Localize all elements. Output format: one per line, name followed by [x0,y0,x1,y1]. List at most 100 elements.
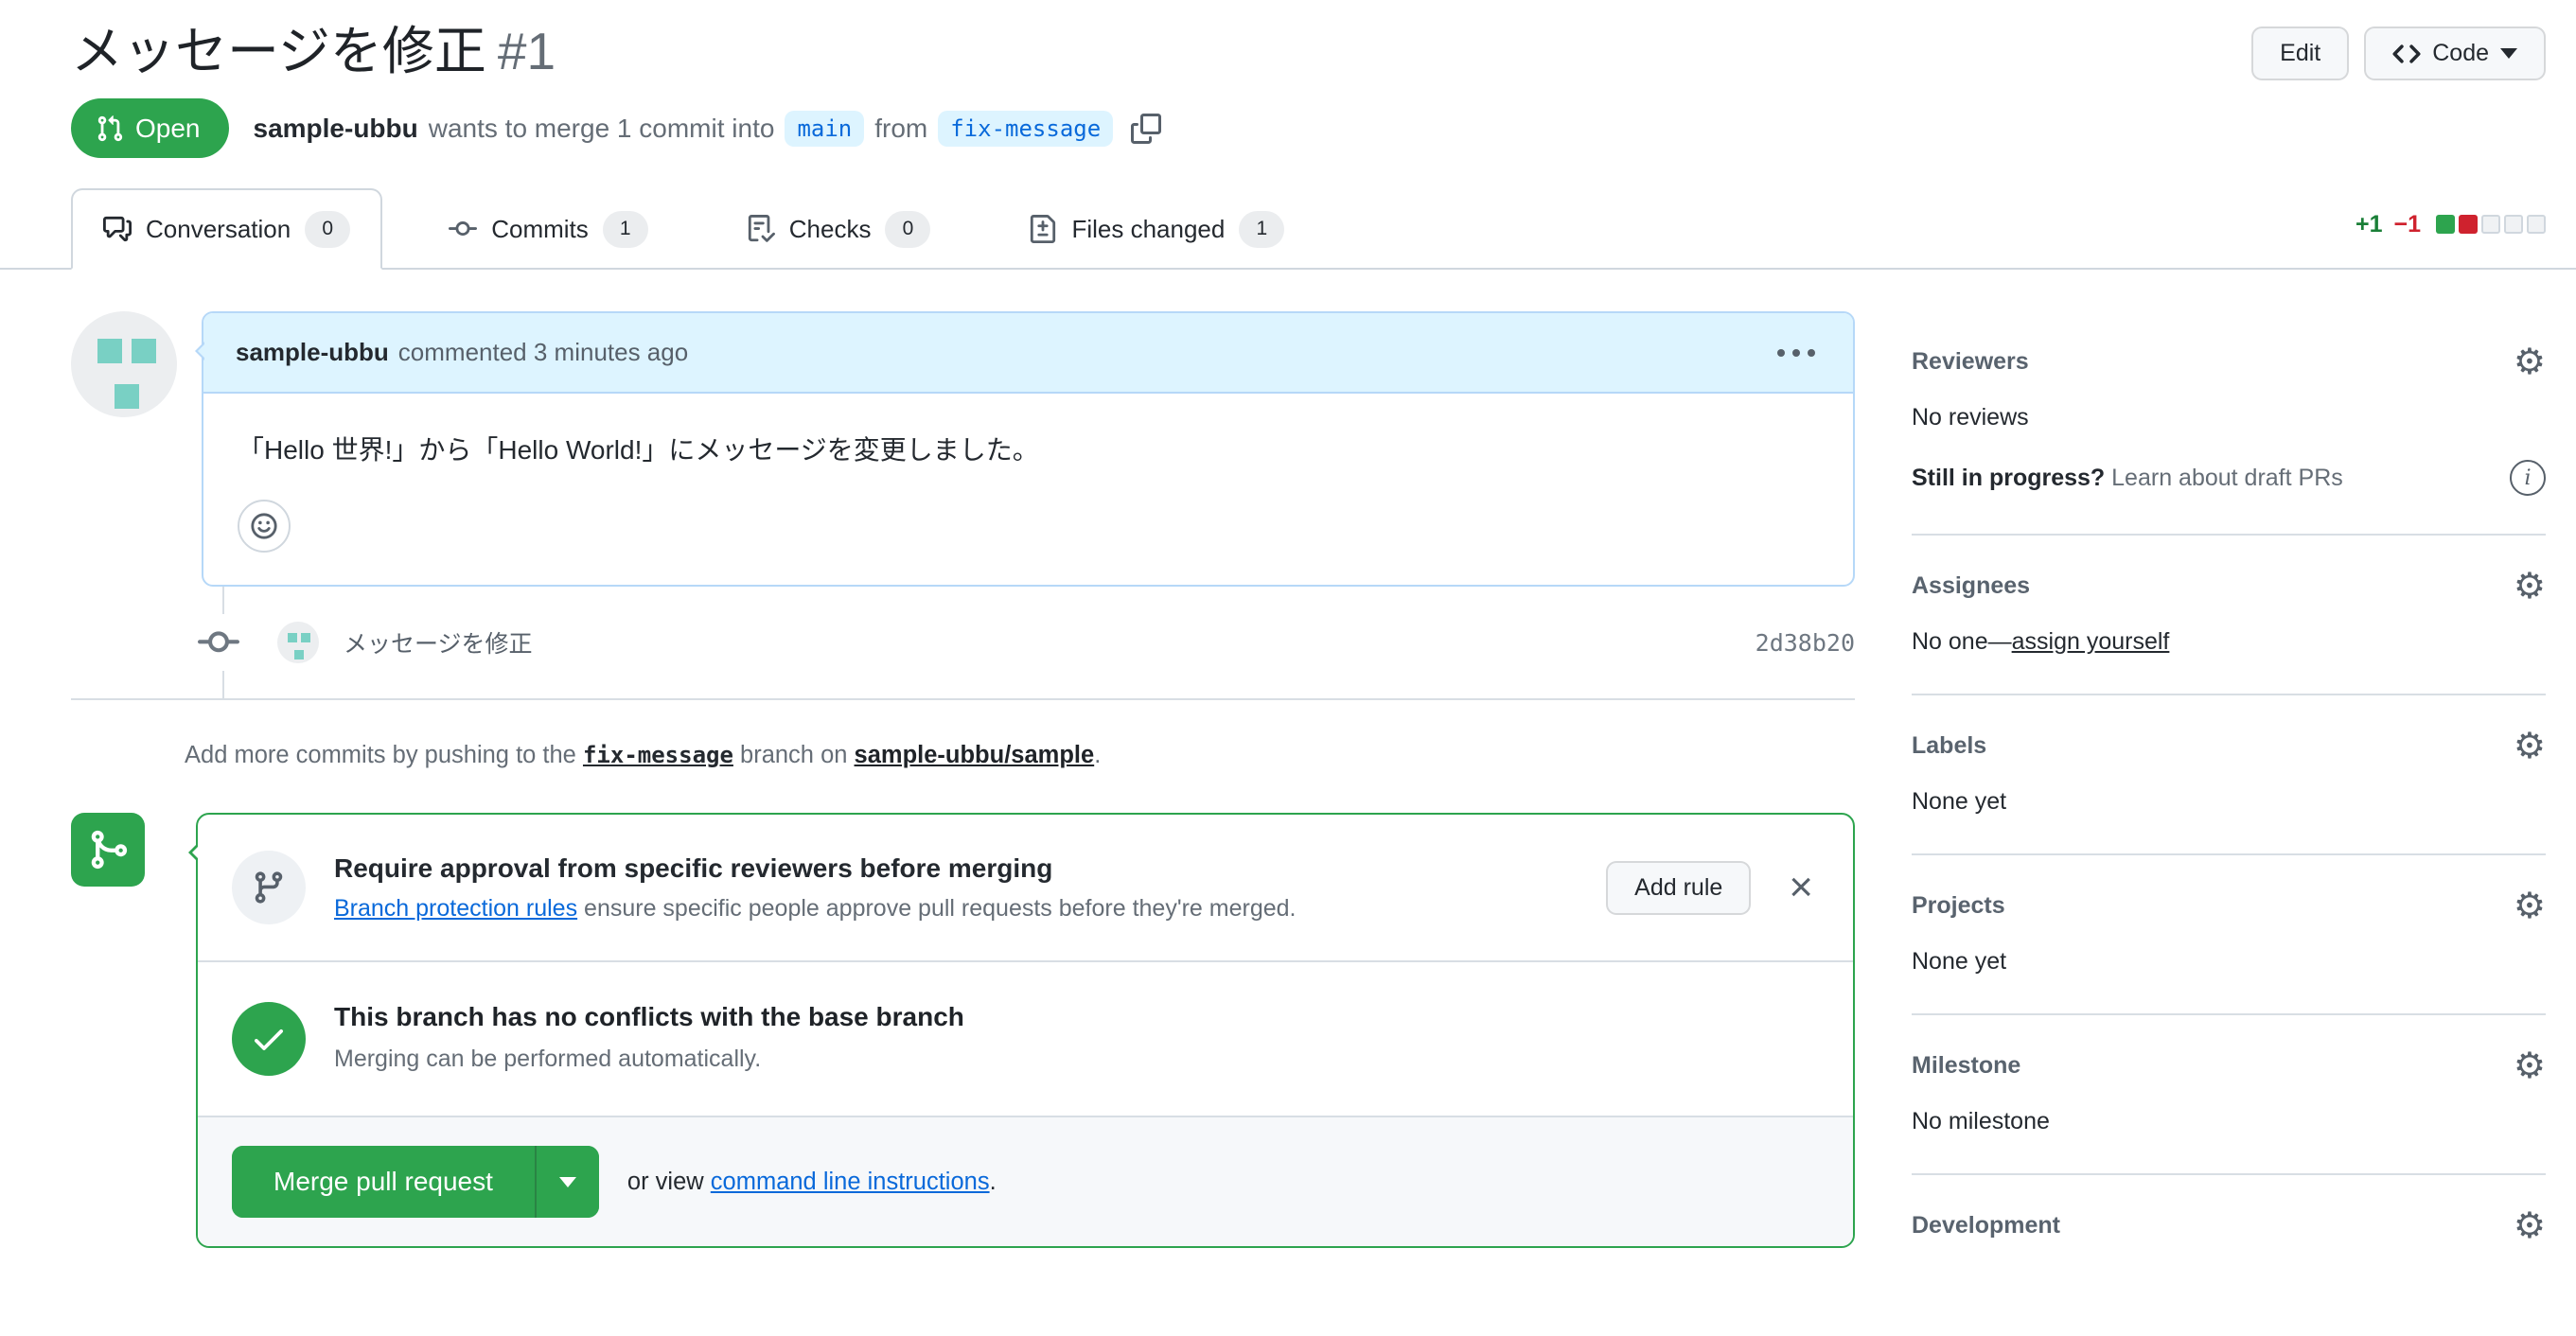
copy-branch-button[interactable] [1131,113,1162,144]
branch-protection-banner: Require approval from specific reviewers… [198,815,1853,960]
comment-author[interactable]: sample-ubbu [236,338,389,367]
repo-link[interactable]: sample-ubbu/sample [855,742,1095,768]
tab-count: 0 [305,210,351,248]
sidebar-section-labels: Labels ⚙ None yet [1912,728,2546,855]
assignees-heading: Assignees [1912,571,2031,599]
add-reaction-button[interactable] [238,500,291,553]
edit-button[interactable]: Edit [2251,26,2350,80]
assign-yourself-link[interactable]: assign yourself [2012,628,2170,655]
sidebar-section-milestone: Milestone ⚙ No milestone [1912,1047,2546,1175]
merge-options-dropdown[interactable] [536,1146,599,1218]
tab-files-changed[interactable]: Files changed 1 [997,188,1316,270]
projects-heading: Projects [1912,891,2005,919]
sidebar-section-reviewers: Reviewers ⚙ No reviews Still in progress… [1912,343,2546,536]
draft-question-text: Still in progress? [1912,464,2106,491]
merge-actions: Merge pull request or view command line … [198,1116,1853,1246]
close-icon[interactable]: × [1783,867,1819,908]
hint-text: branch on [740,742,848,768]
git-pull-request-icon [96,114,124,143]
tab-label: Conversation [146,214,291,243]
check-icon [232,1002,306,1076]
pr-number: #1 [497,22,556,80]
identicon [132,339,156,363]
git-merge-icon [71,813,145,887]
diffstat-block-neutral [2504,215,2523,234]
branch-protection-rules-link[interactable]: Branch protection rules [334,895,577,922]
gear-icon[interactable]: ⚙ [2514,343,2546,379]
labels-empty-text: None yet [1912,788,2007,815]
sidebar-section-projects: Projects ⚙ None yet [1912,888,2546,1015]
reviewers-heading: Reviewers [1912,347,2029,375]
commit-message-link[interactable]: メッセージを修正 [344,625,533,659]
tab-conversation[interactable]: Conversation 0 [71,188,383,270]
file-diff-icon [1029,215,1057,243]
add-rule-button[interactable]: Add rule [1606,860,1752,915]
rule-desc: ensure specific people approve pull requ… [584,894,1297,922]
tab-commits[interactable]: Commits 1 [416,188,680,270]
gear-icon[interactable]: ⚙ [2514,888,2546,923]
tab-checks[interactable]: Checks 0 [715,188,963,270]
head-branch-label[interactable]: fix-message [938,110,1114,147]
conflict-desc: Merging can be performed automatically. [334,1046,762,1072]
comment-header: sample-ubbu commented 3 minutes ago [203,313,1853,394]
commit-sha-link[interactable]: 2d38b20 [1756,629,1855,657]
identicon [115,384,139,409]
sidebar-section-assignees: Assignees ⚙ No one—assign yourself [1912,568,2546,695]
reviewers-empty-text: No reviews [1912,404,2029,431]
deletions-count: −1 [2393,210,2421,237]
merge-box: Require approval from specific reviewers… [188,813,1855,1248]
head-branch-link[interactable]: fix-message [583,742,733,768]
diffstat-block-addition [2436,215,2455,234]
tab-count: 0 [885,210,931,248]
comment-meta: commented 3 minutes ago [397,338,689,366]
pr-header: メッセージを修正 #1 Edit Code Open sample-ubbu w… [0,0,2576,158]
code-button[interactable]: Code [2364,26,2546,80]
pr-state-label: Open [135,113,201,143]
assignees-empty-text: No one— [1912,628,2012,655]
timeline-divider [71,698,1855,700]
milestone-heading: Milestone [1912,1051,2021,1079]
author-link[interactable]: sample-ubbu [254,114,418,144]
additions-count: +1 [2355,210,2383,237]
pr-title-text: メッセージを修正 [71,22,486,80]
gear-icon[interactable]: ⚙ [2514,728,2546,764]
sidebar-section-development: Development ⚙ [1912,1207,2546,1243]
info-icon[interactable]: i [2510,460,2546,496]
draft-prs-link[interactable]: Learn about draft PRs [2111,465,2343,491]
projects-empty-text: None yet [1912,948,2007,975]
base-branch-label[interactable]: main [785,110,865,147]
git-branch-icon [232,851,306,924]
identicon [301,633,310,642]
tab-label: Files changed [1071,214,1226,243]
avatar[interactable] [277,622,319,663]
gear-icon[interactable]: ⚙ [2514,1047,2546,1083]
pr-sidebar: Reviewers ⚙ No reviews Still in progress… [1912,311,2546,1248]
code-button-label: Code [2432,40,2489,66]
chevron-down-icon [2500,48,2517,67]
git-commit-icon [449,215,478,243]
diffstat: +1 −1 [2355,211,2546,246]
conflict-title: This branch has no conflicts with the ba… [334,1002,964,1031]
pr-description-comment: sample-ubbu commented 3 minutes ago 「Hel… [195,311,1855,587]
rule-title: Require approval from specific reviewers… [334,853,1053,883]
kebab-icon[interactable] [1772,343,1821,362]
pr-tab-nav: Conversation 0 Commits 1 Checks 0 Files … [0,188,2576,270]
smiley-icon [250,512,278,540]
hint-text: Add more commits by pushing to the [185,742,576,768]
comment-discussion-icon [103,215,132,243]
milestone-empty-text: No milestone [1912,1108,2050,1134]
gear-icon[interactable]: ⚙ [2514,1207,2546,1243]
avatar[interactable] [71,311,177,417]
identicon [288,633,297,642]
merge-from-text: from [874,113,928,143]
gear-icon[interactable]: ⚙ [2514,568,2546,604]
command-line-instructions-link[interactable]: command line instructions [711,1169,990,1195]
pull-request-page: メッセージを修正 #1 Edit Code Open sample-ubbu w… [0,0,2576,1248]
diffstat-block-deletion [2459,215,2478,234]
checklist-icon [747,215,775,243]
add-commits-hint: Add more commits by pushing to the fix-m… [185,742,1102,768]
merge-pull-request-button[interactable]: Merge pull request [232,1146,537,1218]
chevron-down-icon [558,1177,576,1196]
page-title: メッセージを修正 #1 [71,21,556,81]
cli-hint: or view command line instructions. [626,1168,997,1195]
